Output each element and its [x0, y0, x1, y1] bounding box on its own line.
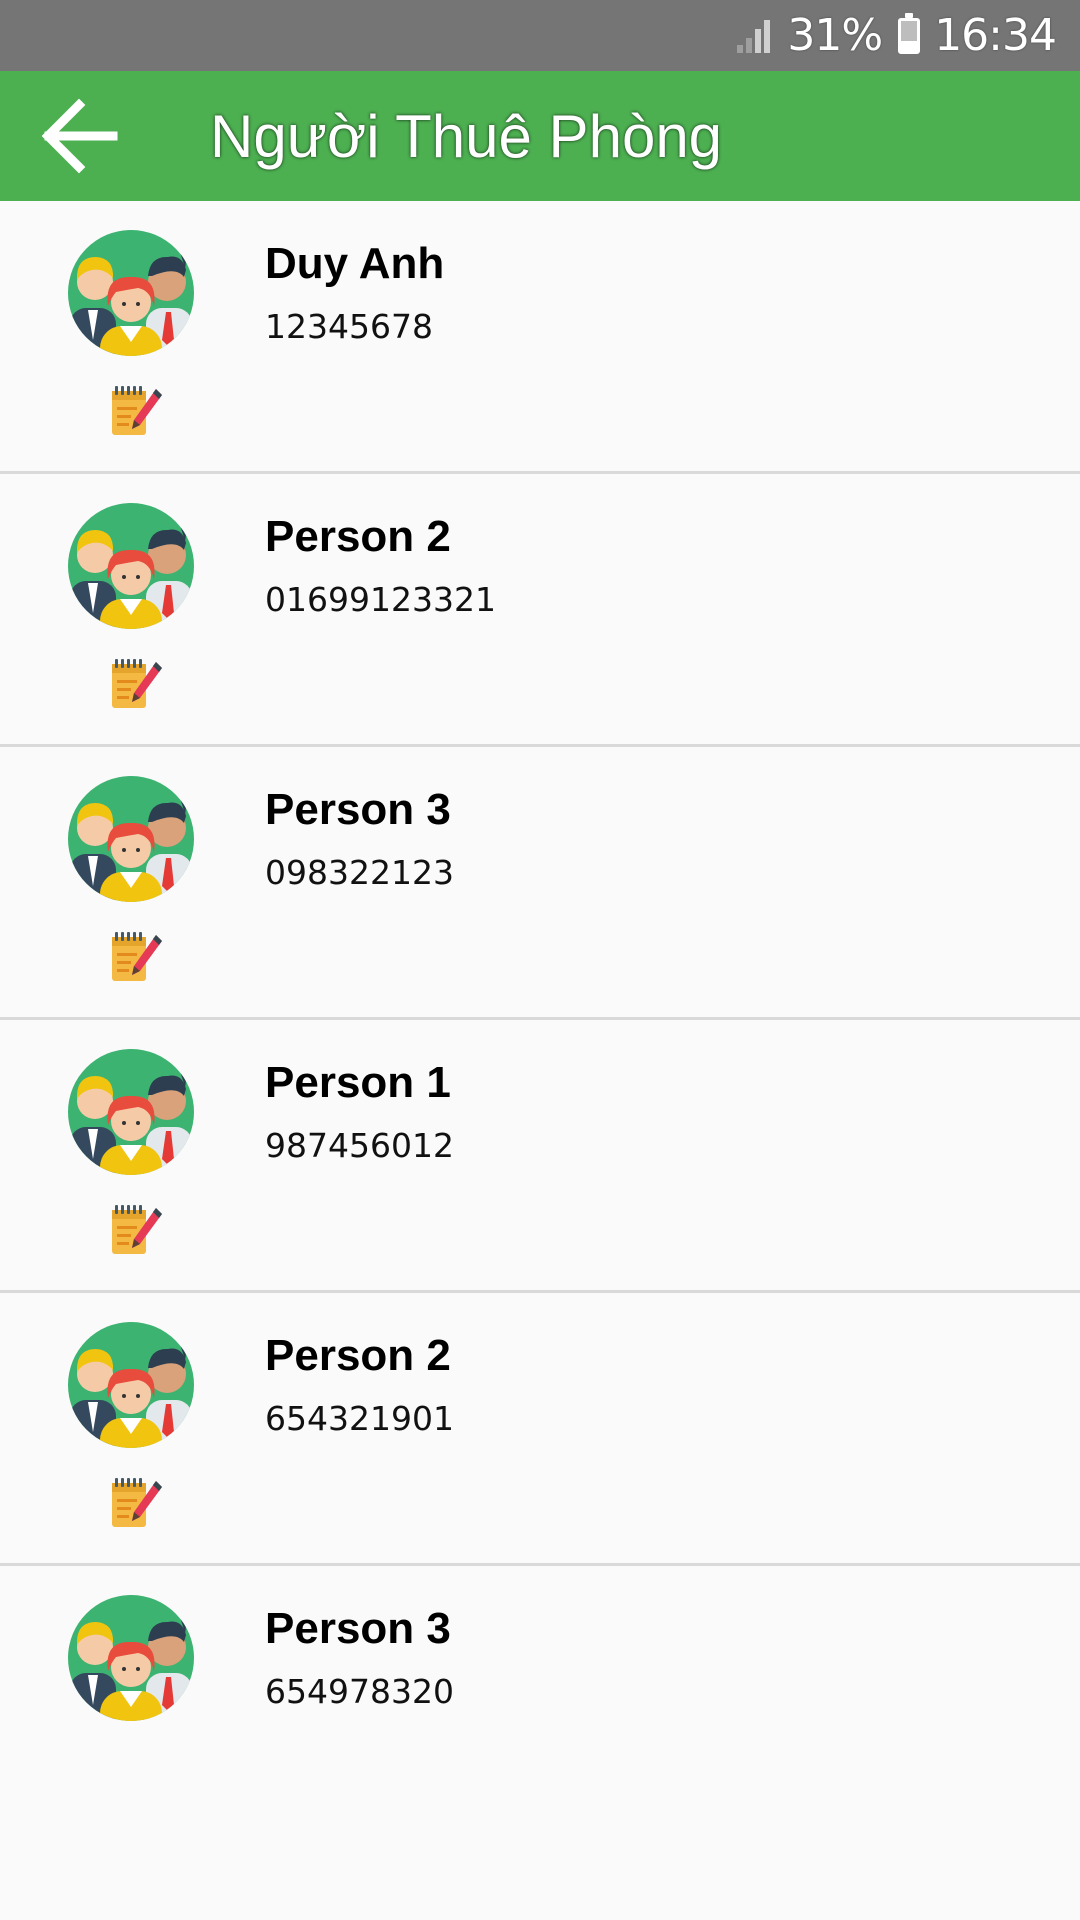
people-group-icon [68, 1322, 194, 1448]
notepad-pen-icon[interactable] [108, 1475, 164, 1531]
people-group-icon [68, 230, 194, 356]
notepad-pen-icon[interactable] [108, 383, 164, 439]
notepad-pen-icon[interactable] [108, 929, 164, 985]
tenant-name: Person 2 [265, 512, 451, 561]
tenant-row[interactable]: Duy Anh 12345678 [0, 201, 1080, 474]
tenant-list: Duy Anh 12345678 Person 2 01699123321 Pe… [0, 201, 1080, 1839]
signal-icon [737, 19, 775, 53]
tenant-name: Person 3 [265, 785, 451, 834]
people-group-icon [68, 1595, 194, 1721]
tenant-row[interactable]: Person 3 654978320 [0, 1566, 1080, 1839]
people-group-icon [68, 503, 194, 629]
arrow-left-icon [41, 98, 118, 174]
battery-icon [898, 12, 921, 54]
tenant-name: Person 3 [265, 1604, 451, 1653]
tenant-phone: 12345678 [265, 307, 433, 346]
status-bar: 31% 16:34 [0, 0, 1080, 71]
tenant-phone: 987456012 [265, 1126, 454, 1165]
status-time: 16:34 [934, 10, 1057, 61]
tenant-phone: 098322123 [265, 853, 454, 892]
page-title: Người Thuê Phòng [210, 102, 723, 170]
tenant-row[interactable]: Person 2 01699123321 [0, 474, 1080, 747]
back-button[interactable] [30, 91, 130, 181]
tenant-name: Person 2 [265, 1331, 451, 1380]
tenant-row[interactable]: Person 1 987456012 [0, 1020, 1080, 1293]
app-bar: Người Thuê Phòng [0, 71, 1080, 201]
notepad-pen-icon[interactable] [108, 1202, 164, 1258]
tenant-phone: 01699123321 [265, 580, 496, 619]
tenant-row[interactable]: Person 2 654321901 [0, 1293, 1080, 1566]
status-indicators: 31% 16:34 [737, 0, 1057, 71]
tenant-name: Duy Anh [265, 239, 445, 288]
battery-percent: 31% [787, 10, 883, 61]
tenant-row[interactable]: Person 3 098322123 [0, 747, 1080, 1020]
notepad-pen-icon[interactable] [108, 656, 164, 712]
people-group-icon [68, 776, 194, 902]
people-group-icon [68, 1049, 194, 1175]
tenant-phone: 654321901 [265, 1399, 454, 1438]
tenant-name: Person 1 [265, 1058, 451, 1107]
tenant-phone: 654978320 [265, 1672, 454, 1711]
